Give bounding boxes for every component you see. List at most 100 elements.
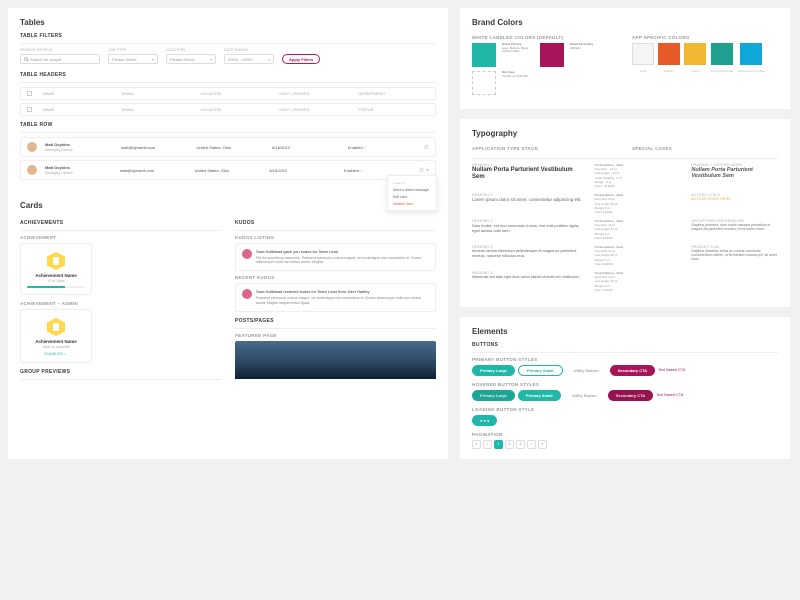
- menu-item-disable[interactable]: Disable User: [391, 200, 433, 207]
- avatar: [27, 165, 37, 175]
- table-row-heading: Table Row: [20, 122, 436, 128]
- text-cta-button[interactable]: Text Based CTA: [656, 393, 683, 397]
- apply-filters-button[interactable]: Apply Filters: [282, 54, 320, 64]
- heading-3-sample: Duis mollis, est non commodo luctus, nis…: [472, 223, 585, 233]
- text-cta-button[interactable]: Text Based CTA: [658, 368, 685, 372]
- brand-colors-title: Brand Colors: [472, 18, 778, 27]
- row-action-menu: I want to... Send a direct message Edit …: [387, 175, 437, 211]
- heading-1-sample: Nullam Porta Parturient Vestibulum Sem: [472, 167, 585, 181]
- search-label: Search People: [20, 48, 100, 52]
- hover-buttons-label: Hovered Button Styles: [472, 382, 778, 387]
- heading-5-sample: Maecenas sed diam eget risus varius blan…: [472, 275, 585, 280]
- page-button[interactable]: 1: [494, 440, 503, 449]
- heading-4-sample: Aenean lacinia bibendum pellentesque et …: [472, 249, 585, 259]
- posts-pages-heading: Posts/Pages: [235, 318, 436, 324]
- utility-button[interactable]: Utility Button: [566, 365, 607, 376]
- daterange-select[interactable]: 00/00 – 00/00: [224, 54, 274, 64]
- table-header-row: NameEmailLocationDate CreatedDepartment: [20, 87, 436, 100]
- achievement-card[interactable]: Achievement Name 12 of 18pts: [20, 243, 92, 295]
- primary-large-button[interactable]: Primary Large: [472, 365, 515, 376]
- search-icon: [24, 57, 28, 61]
- page-button[interactable]: ›: [527, 440, 536, 449]
- special-cases-heading: Special cases: [632, 146, 778, 151]
- loading-button[interactable]: ● ● ●: [472, 415, 497, 426]
- swatch-secondary: [540, 43, 564, 67]
- kudos-card[interactable]: Sara Hallstead gave you kudos for Team L…: [235, 243, 436, 271]
- page-button[interactable]: «: [472, 440, 481, 449]
- primary-small-button[interactable]: Primary Small: [518, 365, 563, 376]
- table-filters-heading: Table Filters: [20, 33, 436, 39]
- buttons-heading: Buttons: [472, 342, 778, 348]
- primary-small-button[interactable]: Primary Small: [518, 390, 561, 401]
- kudos-listing-label: Kudos Listing: [235, 235, 436, 240]
- featured-page-image[interactable]: [235, 341, 436, 379]
- table-headers-heading: Table Headers: [20, 72, 436, 78]
- group-preview-sample: Dapibus pharetra, dum sociis natoque pen…: [691, 223, 778, 231]
- achievements-heading: Achievements: [20, 220, 221, 226]
- product-link-sample: Dapibus pharetra, tellus ac cursus commo…: [691, 249, 778, 261]
- jobtype-label: Job Type: [108, 48, 158, 52]
- swatch-navcase: [472, 71, 496, 95]
- avatar: [242, 249, 252, 259]
- location-select[interactable]: Please Select: [166, 54, 216, 64]
- page-button[interactable]: »: [538, 440, 547, 449]
- checkbox-icon[interactable]: [27, 107, 32, 112]
- table-row[interactable]: Matt DoykinsManaging Partner matt@dynami…: [20, 137, 436, 157]
- daterange-label: Date Range: [224, 48, 274, 52]
- pagination-label: Pagination: [472, 432, 778, 437]
- primary-buttons-label: Primary Button Styles: [472, 357, 778, 362]
- primary-large-button[interactable]: Primary Large: [472, 390, 515, 401]
- page-button[interactable]: 2: [505, 440, 514, 449]
- avatar: [242, 289, 252, 299]
- special-heading-sample: Nullam Porta Parturient Vestibulum Sem: [691, 167, 778, 179]
- kudos-heading: Kudos: [235, 220, 436, 226]
- recent-kudos-label: Recent Kudos: [235, 275, 436, 280]
- swatch: [711, 43, 733, 65]
- achievement-badge-icon: [47, 318, 65, 336]
- menu-item[interactable]: Edit User: [391, 193, 433, 200]
- pagination: «‹123›»: [472, 440, 778, 449]
- achievement-card[interactable]: Achievement Name 18pts to complete ENABL…: [20, 309, 92, 363]
- group-previews-heading: Group Previews: [20, 369, 221, 375]
- secondary-cta-button[interactable]: Secondary CTA: [610, 365, 656, 376]
- page-button[interactable]: 3: [516, 440, 525, 449]
- jobtype-select[interactable]: Please Select: [108, 54, 158, 64]
- checkbox-icon[interactable]: [27, 91, 32, 96]
- featured-page-label: Featured Page: [235, 333, 436, 338]
- swatch-row: Brand PrimaryLogo, Buttons, Brand H1/Sec…: [472, 43, 618, 67]
- table-header-row: NameEmailLocationDate CreatedStatus: [20, 103, 436, 116]
- gear-icon[interactable]: ⚙: [424, 144, 429, 151]
- app-colors-heading: App Specific Colors: [632, 35, 778, 40]
- cards-title: Cards: [20, 201, 436, 210]
- check-icon: ✓: [360, 168, 363, 173]
- search-input[interactable]: Search for people: [20, 54, 100, 64]
- loading-buttons-label: Loading Button Style: [472, 407, 778, 412]
- type-spec: ProximaNova - Bold Font Size 24 pt Line …: [595, 163, 682, 188]
- kudos-card[interactable]: Sara Hallstead received kudos for Team L…: [235, 283, 436, 311]
- gear-icon[interactable]: ⚙ ▾: [419, 167, 429, 174]
- typography-title: Typography: [472, 129, 778, 138]
- secondary-cta-button[interactable]: Secondary CTA: [608, 390, 654, 401]
- swatch: [632, 43, 654, 65]
- heading-2-sample: Lorem ipsum dolor sit amet, consectetur …: [472, 197, 585, 203]
- white-label-heading: White Labeled Colors (Default): [472, 35, 618, 40]
- swatch: [740, 43, 762, 65]
- filter-row: Search People Search for people Job Type…: [20, 48, 436, 64]
- type-stack-heading: Application Type Stack: [472, 146, 618, 151]
- menu-item[interactable]: Send a direct message: [391, 186, 433, 193]
- avatar: [27, 142, 37, 152]
- location-label: Location: [166, 48, 216, 52]
- progress-bar: [27, 286, 85, 288]
- check-icon: ✓: [364, 145, 367, 150]
- table-row[interactable]: Matt DoykinsManaging Partner matt@dynami…: [20, 160, 436, 180]
- achievement-label: Achievement: [20, 235, 221, 240]
- tables-title: Tables: [20, 18, 436, 27]
- achievement-admin-label: Achievement – Admin: [20, 301, 221, 306]
- achievement-badge-icon: [47, 252, 65, 270]
- page-button[interactable]: ‹: [483, 440, 492, 449]
- swatch-primary: [472, 43, 496, 67]
- elements-title: Elements: [472, 327, 778, 336]
- swatch: [684, 43, 706, 65]
- utility-button[interactable]: Utility Button: [564, 390, 605, 401]
- enabled-badge: ENABLED ✓: [27, 352, 85, 356]
